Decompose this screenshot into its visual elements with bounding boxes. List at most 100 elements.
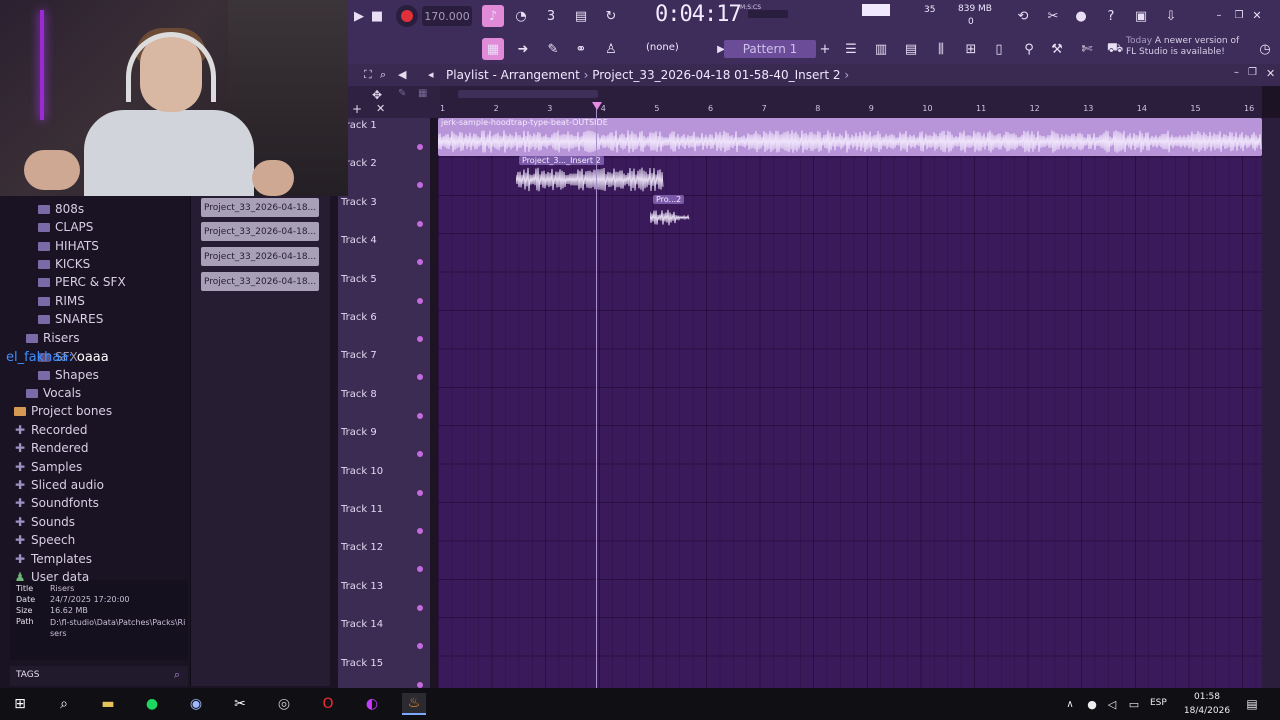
export-icon[interactable]: ⇩ <box>1160 5 1182 27</box>
track-header[interactable]: Track 9 <box>341 425 427 463</box>
chevron-up-icon[interactable]: ∧ <box>1058 693 1082 715</box>
notification-icon[interactable]: ▤ <box>1240 693 1264 715</box>
stop-icon[interactable]: ■ <box>366 5 388 27</box>
master-volume-slider[interactable] <box>748 10 788 18</box>
news-icon[interactable]: ◷ <box>1254 38 1276 60</box>
browser-item[interactable]: CLAPS <box>38 218 93 236</box>
browser-item[interactable]: ♟ User data <box>14 568 90 586</box>
tempo-display[interactable]: 170.000 <box>422 6 472 26</box>
volume-icon[interactable]: ◁ <box>1100 693 1124 715</box>
capcut-icon[interactable]: ✂ <box>228 693 252 715</box>
metronome-icon[interactable]: ♪ <box>482 5 504 27</box>
windows-start-icon[interactable]: ⊞ <box>8 693 32 715</box>
browser-item[interactable]: ✚ Sounds <box>14 513 75 531</box>
search-icon[interactable]: ⌕ <box>52 693 76 715</box>
horizontal-scrollbar[interactable] <box>458 90 598 98</box>
browser-item[interactable]: HIHATS <box>38 237 99 255</box>
countdown-icon[interactable]: 3 <box>540 5 562 27</box>
scissors-icon[interactable]: ✄ <box>1076 38 1098 60</box>
tools-icon[interactable]: ⚒ <box>1046 38 1068 60</box>
add-track-icon[interactable]: + <box>352 102 362 116</box>
picker-clip[interactable]: Project_33_2026-04-18... <box>201 272 319 291</box>
minimize-icon[interactable]: – <box>1208 4 1230 26</box>
search-icon[interactable]: ⌕ <box>174 668 180 682</box>
pencil-icon[interactable]: ✎ <box>398 88 406 99</box>
fullscreen-icon[interactable]: ⛶ <box>364 68 372 82</box>
app-icon[interactable]: ◐ <box>360 693 384 715</box>
loop-record-icon[interactable]: ↻ <box>600 5 622 27</box>
news-panel[interactable]: Today A newer version of FL Studio is av… <box>1126 36 1246 58</box>
audio-clip[interactable]: jerk-sample-hoodtrap-type-beat-OUTSIDE <box>438 118 1262 156</box>
brush-icon[interactable]: ✎ <box>542 38 564 60</box>
browser-item[interactable]: SNARES <box>38 310 103 328</box>
language-indicator[interactable]: ESP <box>1150 698 1167 708</box>
track-header[interactable]: Track 11 <box>341 502 427 540</box>
save-icon[interactable]: ▣ <box>1130 5 1152 27</box>
add-pattern-icon[interactable]: + <box>814 38 836 60</box>
magnet-icon[interactable]: ✂ <box>1042 5 1064 27</box>
picker-clip[interactable]: Project_33_2026-04-18... <box>201 222 319 241</box>
browser-app-icon[interactable]: ◉ <box>184 693 208 715</box>
browser-item[interactable]: ✚ Speech <box>14 531 75 549</box>
browser-item[interactable]: Vocals <box>26 384 81 402</box>
speaker-icon[interactable]: ◀ <box>398 68 406 81</box>
track-header[interactable]: Track 1 <box>341 118 427 156</box>
timeline-ruler[interactable]: 1 2 3 4 5 6 7 8 9 10 11 12 13 14 15 16 <box>440 86 1262 118</box>
audio-clip[interactable]: Project_3..._Insert 2 <box>516 156 664 194</box>
track-mute-icon[interactable] <box>417 297 423 304</box>
network-icon[interactable]: ▭ <box>1122 693 1146 715</box>
audio-clip[interactable]: Pro...2 <box>650 195 690 231</box>
track-mute-icon[interactable] <box>417 489 423 496</box>
grid-icon[interactable]: ▦ <box>418 88 427 99</box>
track-header[interactable]: Track 8 <box>341 387 427 425</box>
playhead[interactable] <box>596 104 597 688</box>
track-mute-icon[interactable] <box>417 604 423 611</box>
wait-record-icon[interactable]: ◔ <box>510 5 532 27</box>
stamp-icon[interactable]: ♙ <box>600 38 622 60</box>
browser-item[interactable]: RIMS <box>38 292 85 310</box>
song-time[interactable]: 0:04:17 <box>655 2 742 32</box>
track-mute-icon[interactable] <box>417 336 423 342</box>
picker-clip[interactable]: Project_33_2026-04-18... <box>201 247 319 266</box>
track-mute-icon[interactable] <box>417 566 423 573</box>
close-icon[interactable]: ✕ <box>1246 4 1268 26</box>
track-mute-icon[interactable] <box>417 528 423 534</box>
playlist-icon[interactable]: ☰ <box>840 38 862 60</box>
track-mute-icon[interactable] <box>417 451 423 458</box>
browser-item[interactable]: ✚ Sliced audio <box>14 476 104 494</box>
browser-icon[interactable]: ⊞ <box>960 38 982 60</box>
arrangement-grid[interactable]: jerk-sample-hoodtrap-type-beat-OUTSIDE Pr… <box>438 118 1262 688</box>
track-header[interactable]: Track 10 <box>341 464 427 502</box>
cart-icon[interactable]: ⛟ <box>1104 38 1126 60</box>
spotify-icon[interactable]: ● <box>140 693 164 715</box>
pattern-selector[interactable]: (none) <box>646 42 679 53</box>
browser-item[interactable]: Project bones <box>14 402 112 420</box>
project-icon[interactable]: ▯ <box>988 38 1010 60</box>
pattern-picker[interactable]: Pattern 1 <box>724 40 816 58</box>
browser-item[interactable]: ✚ Recorded <box>14 421 88 439</box>
browser-item[interactable]: KICKS <box>38 255 90 273</box>
zoom-icon[interactable]: ⌕ <box>380 68 386 82</box>
track-mute-icon[interactable] <box>417 681 423 688</box>
track-mute-icon[interactable] <box>417 220 423 227</box>
fl-studio-icon[interactable]: ♨ <box>402 693 426 715</box>
obs-icon[interactable]: ◎ <box>272 693 296 715</box>
track-mute-icon[interactable] <box>417 144 423 150</box>
browser-item[interactable]: Shapes <box>38 366 99 384</box>
restore-icon[interactable]: ❐ <box>1248 67 1257 78</box>
browser-item[interactable]: ✚ Soundfonts <box>14 494 99 512</box>
track-mute-icon[interactable] <box>417 643 423 650</box>
mixer-icon[interactable]: ⫼ <box>930 38 952 60</box>
track-header[interactable]: Track 5 <box>341 272 427 310</box>
close-icon[interactable]: ✕ <box>1266 67 1275 80</box>
plugin-icon[interactable]: ⚲ <box>1018 38 1040 60</box>
track-header[interactable]: Track 13 <box>341 579 427 617</box>
track-header[interactable]: Track 2 <box>341 156 427 194</box>
link-icon[interactable]: ⚭ <box>570 38 592 60</box>
track-header[interactable]: Track 14 <box>341 617 427 655</box>
snap-icon[interactable]: ✥ <box>372 88 382 102</box>
arrow-left-icon[interactable]: ◂ <box>428 68 434 81</box>
track-header[interactable]: Track 3 <box>341 195 427 233</box>
track-header[interactable]: Track 6 <box>341 310 427 348</box>
mic-icon[interactable]: ● <box>1070 5 1092 27</box>
